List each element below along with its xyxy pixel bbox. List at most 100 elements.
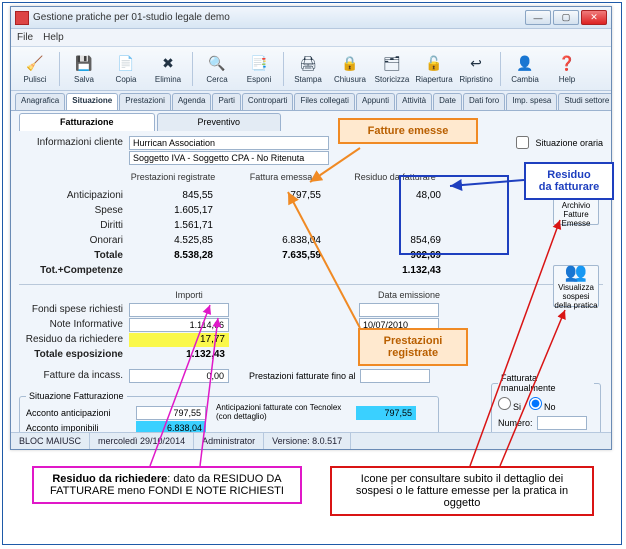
tool-esponi[interactable]: 📑Esponi (239, 49, 279, 89)
notinf-importo[interactable]: 1.114,66 (129, 318, 229, 332)
lbl-acconto-ant: Acconto anticipazioni (26, 408, 136, 418)
annot-icone: Icone per consultare subito il dettaglio… (330, 466, 594, 516)
lbl-tot-esp: Totale esposizione (19, 349, 129, 360)
riapertura-icon: 🔓 (424, 54, 444, 74)
row-totale: Totale8.538,287.635,59902,69 (19, 248, 603, 263)
tool-pulisci[interactable]: 🧹Pulisci (15, 49, 55, 89)
fatt-incass-val[interactable]: 0,00 (129, 369, 229, 383)
menubar: File Help (11, 29, 611, 47)
tool-copia[interactable]: 📄Copia (106, 49, 146, 89)
app-window: Gestione pratiche per 01-studio legale d… (10, 6, 612, 450)
fondi-data[interactable] (359, 303, 439, 317)
tab-controparti[interactable]: Controparti (242, 93, 294, 110)
lbl-notinf: Note Informative (19, 319, 129, 330)
client-name-field[interactable]: Hurrican Association (129, 136, 329, 150)
tot-esp-val: 1.132,43 (129, 348, 229, 362)
tool-cerca[interactable]: 🔍Cerca (197, 49, 237, 89)
menu-file[interactable]: File (17, 32, 33, 43)
numero-field[interactable] (537, 416, 587, 430)
titlebar: Gestione pratiche per 01-studio legale d… (11, 7, 611, 29)
salva-icon: 💾 (74, 54, 94, 74)
view-suspended-icon: 👥 (565, 262, 587, 283)
tool-riapertura[interactable]: 🔓Riapertura (414, 49, 454, 89)
copia-icon: 📄 (116, 54, 136, 74)
pulisci-icon: 🧹 (25, 54, 45, 74)
statusbar: BLOC MAIUSC mercoledì 29/10/2014 Adminis… (11, 432, 611, 449)
tool-stampa[interactable]: 🖨Stampa (288, 49, 328, 89)
lbl-ant-tecnolex: Anticipazioni fatturate con Tecnolex (co… (216, 404, 356, 422)
status-user: Administrator (194, 433, 264, 449)
window-title: Gestione pratiche per 01-studio legale d… (33, 12, 525, 23)
tab-date[interactable]: Date (433, 93, 462, 110)
tool-salva[interactable]: 💾Salva (64, 49, 104, 89)
row-totcomp: Tot.+Competenze1.132,43 (19, 263, 603, 278)
tool-ripristino[interactable]: ↩Ripristino (456, 49, 496, 89)
hdr-importi: Importi (129, 290, 249, 300)
tab-files-collegati[interactable]: Files collegati (294, 93, 354, 110)
col-fatture: Fattura emessa (237, 172, 325, 182)
close-button[interactable]: ✕ (581, 10, 607, 25)
minimize-button[interactable]: — (525, 10, 551, 25)
tool-cambia[interactable]: 👤Cambia (505, 49, 545, 89)
content-pane: Informazioni cliente Hurrican Associatio… (11, 131, 611, 449)
cambia-icon: 👤 (515, 54, 535, 74)
tab-agenda[interactable]: Agenda (172, 93, 212, 110)
tab-situazione[interactable]: Situazione (66, 93, 118, 110)
tab-studi-settore[interactable]: Studi settore (558, 93, 611, 110)
radio-no[interactable]: No (529, 397, 556, 412)
tool-storicizza[interactable]: 🗂Storicizza (372, 49, 412, 89)
maximize-button[interactable]: ▢ (553, 10, 579, 25)
row-onorari: Onorari4.525,856.838,04854,69 (19, 233, 603, 248)
ant-tecnolex-val: 797,55 (356, 406, 416, 420)
acconto-ant-val[interactable]: 797,55 (136, 406, 206, 420)
lbl-fatt-incass: Fatture da incass. (19, 370, 129, 381)
annot-fatture-emesse: Fatture emesse (338, 118, 478, 144)
tool-chiusura[interactable]: 🔒Chiusura (330, 49, 370, 89)
visualizza-sospesi-button[interactable]: 👥 Visualizza sospesi della pratica (553, 265, 599, 307)
client-info-label: Informazioni cliente (19, 137, 129, 148)
situazione-oraria-check[interactable]: Situazione oraria (512, 133, 603, 152)
row-anticipazioni: Anticipazioni845,55797,5548,00 (19, 188, 603, 203)
tab-parti[interactable]: Parti (212, 93, 240, 110)
annot-prestazioni: Prestazioni registrate (358, 328, 468, 366)
stampa-icon: 🖨 (298, 54, 318, 74)
col-residuo: Residuo da fatturare (345, 172, 445, 182)
situazione-oraria-checkbox[interactable] (516, 136, 529, 149)
radio-si[interactable]: Si (498, 397, 521, 412)
main-tabs: AnagraficaSituazionePrestazioniAgendaPar… (11, 91, 611, 111)
fondi-importo[interactable] (129, 303, 229, 317)
status-version: Versione: 8.0.517 (264, 433, 351, 449)
residuo-rich-val: 17,77 (129, 333, 229, 347)
tab-preventivo[interactable]: Preventivo (157, 113, 282, 131)
col-prestazioni: Prestazioni registrate (129, 172, 217, 182)
annot-residuo: Residuo da fatturare (524, 162, 614, 200)
esponi-icon: 📑 (249, 54, 269, 74)
help-icon: ❓ (557, 54, 577, 74)
menu-help[interactable]: Help (43, 32, 64, 43)
chiusura-icon: 🔒 (340, 54, 360, 74)
cerca-icon: 🔍 (207, 54, 227, 74)
storicizza-icon: 🗂 (382, 54, 402, 74)
fatturata-manualmente-group: Fatturata manualmente Si No Numero: (491, 373, 601, 437)
prest-fino-date[interactable] (360, 369, 430, 383)
tab-attivit-[interactable]: Attività (396, 93, 432, 110)
lbl-prest-fino: Prestazioni fatturate fino al (249, 371, 356, 381)
tab-dati-foro[interactable]: Dati foro (463, 93, 505, 110)
app-icon (15, 11, 29, 25)
sub-tabs: Fatturazione Preventivo (11, 111, 611, 131)
ripristino-icon: ↩ (466, 54, 486, 74)
status-date: mercoledì 29/10/2014 (90, 433, 194, 449)
row-spese: Spese1.605,17 (19, 203, 603, 218)
lbl-residuo-rich: Residuo da richiedere (19, 334, 129, 345)
tab-prestazioni[interactable]: Prestazioni (119, 93, 171, 110)
tab-imp-spesa[interactable]: Imp. spesa (506, 93, 557, 110)
tab-appunti[interactable]: Appunti (356, 93, 395, 110)
client-profile-field[interactable]: Soggetto IVA - Soggetto CPA - No Ritenut… (129, 151, 329, 165)
tab-fatturazione[interactable]: Fatturazione (19, 113, 155, 131)
tool-elimina[interactable]: ✖Elimina (148, 49, 188, 89)
status-maiusc: BLOC MAIUSC (11, 433, 90, 449)
tab-anagrafica[interactable]: Anagrafica (15, 93, 65, 110)
lbl-numero: Numero: (498, 418, 533, 428)
elimina-icon: ✖ (158, 54, 178, 74)
tool-help[interactable]: ❓Help (547, 49, 587, 89)
